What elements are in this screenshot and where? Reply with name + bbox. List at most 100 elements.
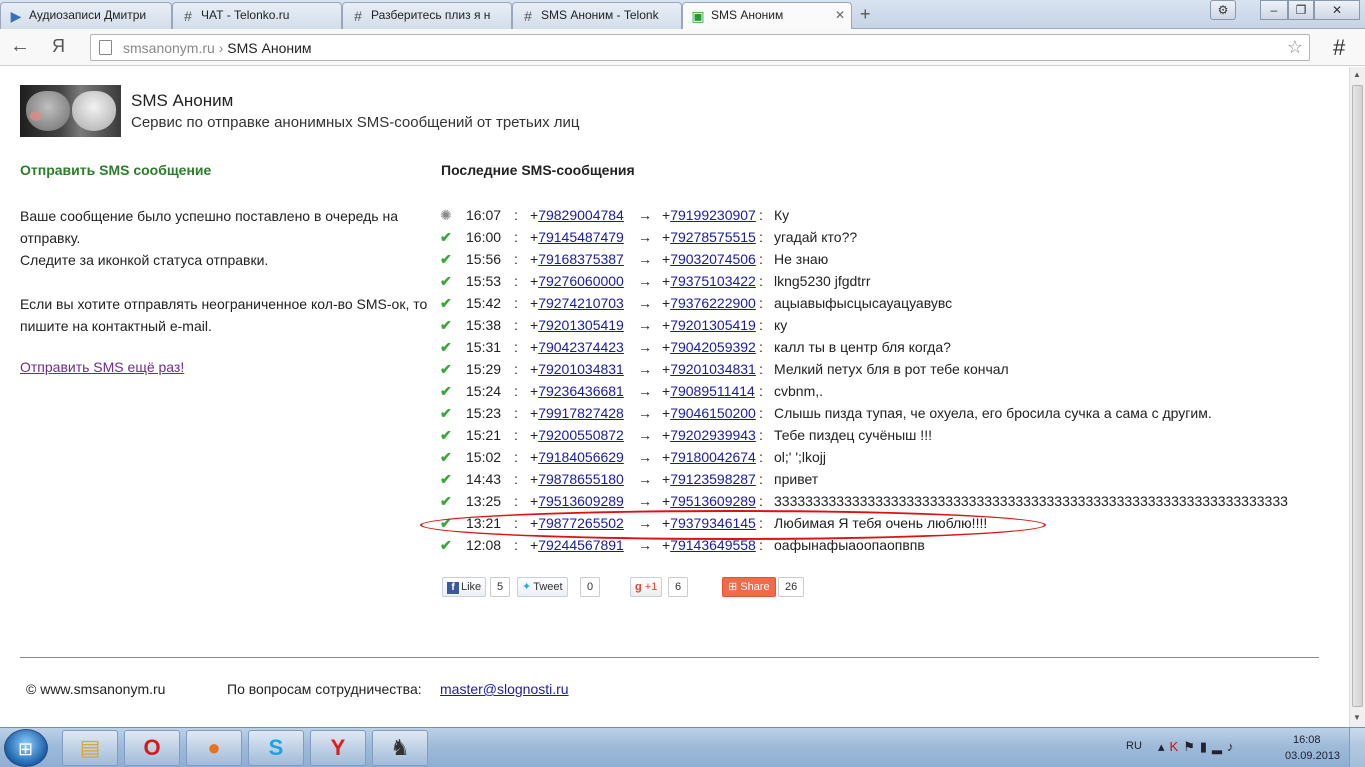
firefox-icon[interactable]: ● — [186, 730, 242, 766]
address-bar[interactable]: smsanonym.ru › SMS Аноним ☆ — [90, 34, 1310, 61]
check-icon: ✔ — [440, 449, 452, 465]
address-page: SMS Аноним — [227, 40, 312, 56]
signal-icon[interactable]: ▂ — [1212, 739, 1227, 754]
sms-to: +79180042674 — [662, 449, 756, 465]
scroll-up-icon[interactable]: ▲ — [1353, 70, 1361, 79]
start-button[interactable]: ⊞ — [4, 729, 48, 767]
to-number-link[interactable]: 79513609289 — [670, 493, 756, 509]
tweet-button[interactable]: ✦ Tweet — [517, 577, 568, 597]
to-number-link[interactable]: 79089511414 — [670, 383, 755, 399]
yandex-browser-icon[interactable]: Y — [310, 730, 366, 766]
chat-icon: ▣ — [691, 8, 705, 24]
close-window-button[interactable]: ✕ — [1314, 0, 1360, 20]
contact-email-link[interactable]: master@slognosti.ru — [440, 681, 569, 697]
from-number-link[interactable]: 79201034831 — [538, 361, 624, 377]
flag-icon[interactable]: ⚑ — [1183, 739, 1200, 754]
hash-icon: # — [354, 8, 362, 24]
resend-sms-link[interactable]: Отправить SMS ещё раз! — [20, 359, 184, 375]
tab-title: Аудиозаписи Дмитри — [29, 8, 147, 22]
star-icon[interactable]: ☆ — [1287, 37, 1303, 58]
colon: : — [514, 515, 518, 531]
from-number-link[interactable]: 79042374423 — [538, 339, 624, 355]
to-number-link[interactable]: 79199230907 — [670, 207, 756, 223]
system-tray-icons[interactable]: ▴K⚑▮▂♪ — [1158, 739, 1239, 755]
to-number-link[interactable]: 79376222900 — [670, 295, 756, 311]
to-number-link[interactable]: 79143649558 — [670, 537, 756, 553]
tab-sms-anonym[interactable]: ▣ SMS Аноним ✕ — [682, 2, 852, 30]
page-scrollbar[interactable]: ▲ ▼ — [1349, 67, 1365, 727]
sms-time: 15:31 — [466, 339, 502, 355]
colon: : — [514, 295, 518, 311]
to-number-link[interactable]: 79123598287 — [670, 471, 756, 487]
from-number-link[interactable]: 79276060000 — [538, 273, 624, 289]
sms-time: 15:02 — [466, 449, 502, 465]
volume-icon[interactable]: ♪ — [1227, 739, 1239, 754]
clock-time[interactable]: 16:08 — [1293, 734, 1321, 746]
to-number-link[interactable]: 79379346145 — [670, 515, 756, 531]
from-number-link[interactable]: 79200550872 — [538, 427, 624, 443]
colon: : — [514, 251, 518, 267]
check-icon: ✔ — [440, 251, 452, 267]
to-number-link[interactable]: 79046150200 — [670, 405, 756, 421]
counter-strike-icon[interactable]: ♞ — [372, 730, 428, 766]
to-number-link[interactable]: 79201034831 — [670, 361, 756, 377]
from-number-link[interactable]: 79917827428 — [538, 405, 624, 421]
from-number-link[interactable]: 79244567891 — [538, 537, 624, 553]
from-number-link[interactable]: 79878655180 — [538, 471, 624, 487]
maximize-button[interactable]: ❐ — [1288, 0, 1314, 20]
sms-time: 13:25 — [466, 493, 502, 509]
minimize-button[interactable]: – — [1260, 0, 1288, 20]
from-number-link[interactable]: 79236436681 — [538, 383, 624, 399]
scroll-down-icon[interactable]: ▼ — [1353, 713, 1361, 722]
sms-from: +79829004784 — [530, 207, 624, 223]
hash-menu-icon[interactable]: # — [1333, 35, 1345, 61]
tab-sms-telonko[interactable]: # SMS Аноним - Telonk — [512, 2, 682, 29]
facebook-like-button[interactable]: f Like — [442, 577, 487, 597]
share-button[interactable]: ⊞ Share — [722, 577, 776, 597]
opera-icon[interactable]: O — [124, 730, 180, 766]
from-number-link[interactable]: 79829004784 — [538, 207, 624, 223]
colon: : — [759, 493, 763, 509]
from-number-link[interactable]: 79168375387 — [538, 251, 624, 267]
sms-from: +79244567891 — [530, 537, 624, 553]
to-number-link[interactable]: 79042059392 — [670, 339, 756, 355]
tab-audio[interactable]: ▶ Аудиозаписи Дмитри — [0, 2, 172, 29]
colon: : — [514, 405, 518, 421]
explorer-icon[interactable]: ▤ — [62, 730, 118, 766]
from-number-link[interactable]: 79513609289 — [538, 493, 624, 509]
from-number-link[interactable]: 79877265502 — [538, 515, 624, 531]
to-number-link[interactable]: 79201305419 — [670, 317, 756, 333]
address-domain: smsanonym.ru — [123, 40, 215, 56]
show-desktop-button[interactable] — [1349, 728, 1365, 767]
from-number-link[interactable]: 79145487479 — [538, 229, 624, 245]
close-icon[interactable]: ✕ — [835, 3, 845, 28]
new-tab-button[interactable]: + — [860, 4, 871, 25]
from-number-link[interactable]: 79274210703 — [538, 295, 624, 311]
colon: : — [759, 361, 763, 377]
gear-icon[interactable]: ⚙ — [1210, 0, 1236, 20]
windows-taskbar: ⊞ ▤ O ● S Y ♞ RU ▴K⚑▮▂♪ 16:08 03.09.2013 — [0, 727, 1365, 767]
yandex-button[interactable]: Я — [52, 36, 65, 57]
sms-text: Тебе пиздец сучёныш !!! — [774, 427, 932, 443]
from-number-link[interactable]: 79201305419 — [538, 317, 624, 333]
sms-text: ацыавыфысцысауацуавувс — [774, 295, 953, 311]
google-plus-button[interactable]: g +1 — [630, 577, 663, 597]
scrollbar-thumb[interactable] — [1352, 85, 1363, 707]
to-number-link[interactable]: 79278575515 — [670, 229, 756, 245]
tab-chat[interactable]: # ЧАТ - Telonko.ru — [172, 2, 342, 29]
language-indicator[interactable]: RU — [1126, 740, 1142, 752]
network-icon[interactable]: ▮ — [1200, 739, 1212, 754]
kaspersky-icon[interactable]: K — [1170, 739, 1184, 754]
sms-from: +79274210703 — [530, 295, 624, 311]
from-number-link[interactable]: 79184056629 — [538, 449, 624, 465]
skype-icon[interactable]: S — [248, 730, 304, 766]
clock-date[interactable]: 03.09.2013 — [1285, 750, 1340, 762]
to-number-link[interactable]: 79180042674 — [670, 449, 756, 465]
back-arrow-icon[interactable]: ← — [10, 35, 30, 58]
sms-to: +79201034831 — [662, 361, 756, 377]
to-number-link[interactable]: 79032074506 — [670, 251, 756, 267]
tab-discussion[interactable]: # Разберитесь плиз я н — [342, 2, 512, 29]
to-number-link[interactable]: 79375103422 — [670, 273, 756, 289]
to-number-link[interactable]: 79202939943 — [670, 427, 756, 443]
arrow-icon: → — [638, 317, 652, 333]
